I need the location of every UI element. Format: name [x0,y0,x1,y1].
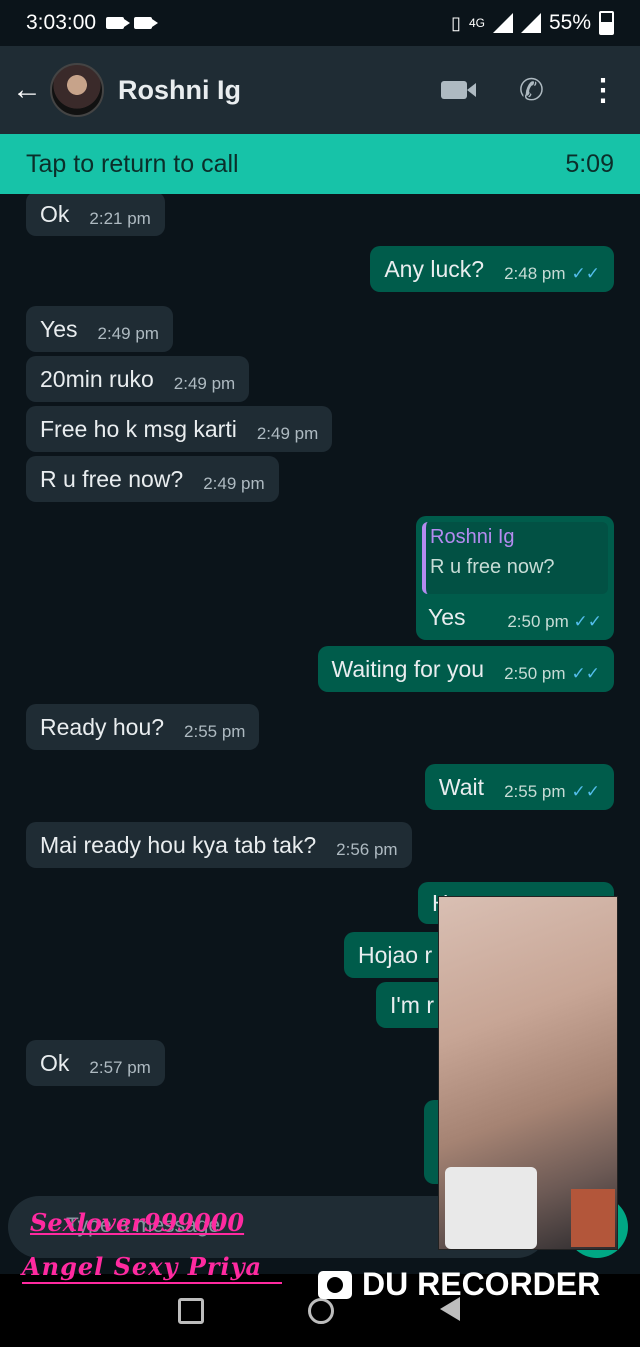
message-bubble[interactable]: Ok 2:21 pm [26,194,165,236]
message-text: 20min ruko [40,365,154,392]
read-receipt-icon: ✓✓ [571,264,601,283]
network-type: 4G [468,16,485,30]
message-text: Any luck? [384,255,485,282]
message-time: 2:49 pm [173,374,236,393]
message-bubble[interactable]: Any luck? 2:48 pm ✓✓ [370,246,614,292]
vibrate-icon: ▯ [451,12,461,33]
preview-object-2 [571,1189,615,1247]
message-text: Yes [40,315,78,342]
message-time: 2:56 pm [336,840,398,859]
return-to-call-banner[interactable]: Tap to return to call 5:09 [0,134,640,194]
message-time: 2:50 pm ✓✓ [507,612,603,631]
message-bubble[interactable]: Wait 2:55 pm ✓✓ [424,764,614,810]
message-time: 2:55 pm [184,722,246,741]
watermark-underline [22,1282,282,1284]
recents-button[interactable] [178,1298,204,1324]
message-text: Ok [40,1049,70,1076]
read-receipt-icon: ✓✓ [571,664,601,683]
message-bubble[interactable]: R u free now? 2:49 pm [26,456,279,502]
quoted-text: R u free now? [430,556,555,578]
back-arrow-icon[interactable]: ← [12,73,46,107]
contact-name[interactable]: Roshni Ig [118,75,241,106]
message-text: Hojao r [358,941,433,968]
call-duration: 5:09 [565,149,614,178]
message-time: 2:49 pm [203,474,265,493]
message-text: R u free now? [40,465,184,492]
message-time: 2:48 pm [504,264,566,283]
preview-object [445,1167,537,1249]
chat-header: ← Roshni Ig ✆ ⋮ [0,46,640,134]
message-time: 2:57 pm [89,1058,151,1077]
message-bubble[interactable]: Mai ready hou kya tab tak? 2:56 pm [26,822,412,868]
read-receipt-icon: ✓✓ [573,612,603,631]
battery-percent: 55% [548,11,591,34]
watermark-text: Sexlover999000 [30,1208,245,1237]
video-status-icon [134,17,159,29]
recorder-camera-icon [318,1270,352,1299]
message-time: 2:55 pm [504,782,566,801]
message-text: I'm r [390,991,434,1018]
message-bubble[interactable]: Free ho k msg karti 2:49 pm [26,406,333,452]
avatar[interactable] [50,63,104,117]
message-bubble[interactable]: Ready hou? 2:55 pm [26,704,260,750]
message-text: Ok [40,200,70,227]
video-call-icon[interactable] [440,81,476,99]
video-call-preview[interactable] [438,896,618,1250]
message-time: 2:49 pm [97,324,159,343]
message-text: Waiting for you [331,655,485,682]
quoted-sender: Roshni Ig [430,526,515,548]
recorder-label: DU RECORDER [362,1266,601,1302]
status-bar: 3:03:00 ▯ 4G 55% [0,0,640,46]
voice-call-icon[interactable]: ✆ [519,73,544,108]
message-text: Free ho k msg karti [40,415,237,442]
call-banner-label: Tap to return to call [26,149,239,178]
message-time: 2:50 pm [504,664,566,683]
message-time: 2:21 pm [89,209,151,228]
status-time: 3:03:00 [26,11,97,34]
message-bubble[interactable]: Ok 2:57 pm [26,1040,165,1086]
message-bubble[interactable]: Waiting for you 2:50 pm ✓✓ [317,646,614,692]
read-receipt-icon: ✓✓ [571,782,601,801]
message-text: Ready hou? [40,713,165,740]
recording-icon [106,17,131,29]
message-time: 2:49 pm [256,424,319,443]
recorder-watermark: DU RECORDER [318,1266,600,1303]
more-options-icon[interactable]: ⋮ [588,73,618,108]
watermark-text-2: Angel Sexy Priya [22,1252,263,1281]
message-text: Wait [438,773,485,800]
signal-icon-2 [520,13,541,33]
message-text: Yes [428,604,466,630]
reply-message-bubble[interactable]: Roshni Ig R u free now? Yes 2:50 pm ✓✓ [416,516,614,640]
message-text: Mai ready hou kya tab tak? [40,831,317,858]
message-bubble[interactable]: 20min ruko 2:49 pm [26,356,250,402]
message-bubble[interactable]: Yes 2:49 pm [26,306,173,352]
battery-icon [599,11,614,35]
signal-icon [492,13,513,33]
